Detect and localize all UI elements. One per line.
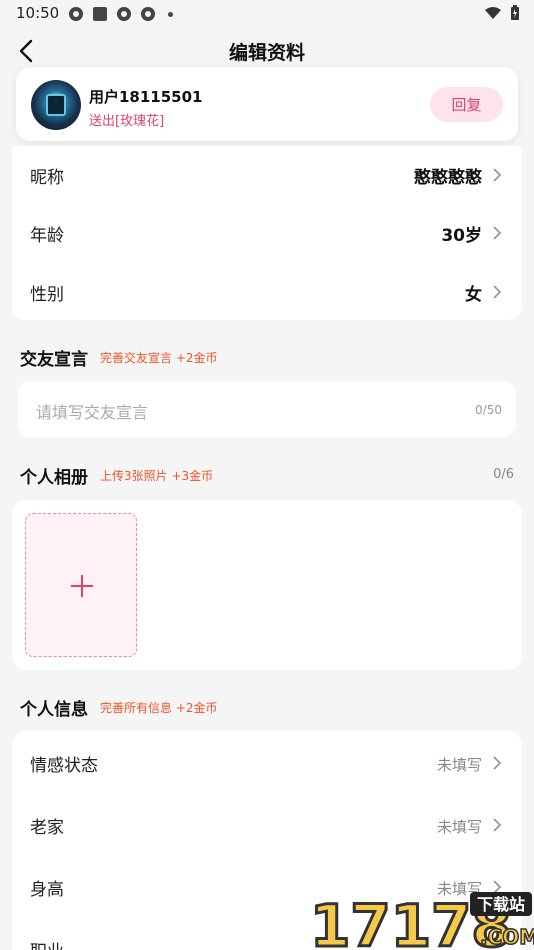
chevron-right-icon [493, 285, 502, 299]
basic-info-card: 昵称 憨憨憨憨 年龄 30岁 性别 女 [12, 146, 522, 320]
declaration-title: 交友宣言 [20, 350, 88, 370]
status-time: 10:50 [16, 4, 60, 22]
chevron-right-icon [493, 756, 502, 770]
app-notification-icon [69, 7, 83, 21]
row-value: 未填写 [436, 756, 482, 774]
declaration-placeholder: 请填写交友宣言 [36, 403, 149, 422]
plus-icon-bar [71, 585, 93, 587]
gift-user-card[interactable]: 用户18115501 送出[玫瑰花] 回复 [16, 67, 518, 141]
wifi-icon [485, 7, 501, 19]
page-title: 编辑资料 [228, 42, 305, 64]
row-value: 30岁 [441, 226, 482, 246]
app-notification-icon [141, 7, 155, 21]
row-label: 情感状态 [30, 756, 98, 776]
chevron-right-icon [493, 818, 502, 832]
album-card [12, 500, 522, 670]
declaration-char-count: 0/50 [475, 403, 502, 417]
watermark-tag: 下载站 [477, 895, 525, 914]
avatar-image-detail [46, 94, 66, 116]
app-notification-icon [117, 7, 131, 21]
row-value: 女 [465, 285, 482, 305]
more-dot-icon [168, 11, 173, 17]
personal-info-hint: 完善所有信息 +2金币 [100, 701, 218, 715]
nickname-row[interactable]: 昵称 憨憨憨憨 [12, 146, 522, 204]
row-label: 昵称 [30, 168, 64, 188]
gender-row[interactable]: 性别 女 [12, 263, 522, 321]
hometown-row[interactable]: 老家 未填写 [12, 793, 522, 855]
system-icons [484, 5, 520, 21]
row-value: 憨憨憨憨 [414, 168, 482, 188]
site-watermark-logo: 17178 下载站 .COM [310, 891, 534, 950]
status-bar: 10:50 [0, 0, 534, 28]
square-notification-icon [93, 7, 107, 21]
watermark-domain: .COM [480, 925, 534, 949]
album-title: 个人相册 [20, 468, 88, 488]
row-label: 年龄 [30, 226, 64, 246]
user-name: 用户18115501 [89, 88, 203, 106]
age-row[interactable]: 年龄 30岁 [12, 204, 522, 262]
relationship-status-row[interactable]: 情感状态 未填写 [12, 731, 522, 793]
reply-button[interactable]: 回复 [430, 87, 503, 122]
row-label: 老家 [30, 818, 64, 838]
album-count: 0/6 [493, 467, 514, 482]
row-label: 职业 [30, 937, 64, 950]
row-label: 身高 [30, 880, 64, 900]
battery-icon [511, 5, 519, 20]
gift-subtitle: 送出[玫瑰花] [89, 114, 165, 129]
notification-icons [68, 6, 173, 22]
row-label: 性别 [30, 285, 64, 305]
personal-info-title: 个人信息 [20, 700, 88, 720]
row-value: 未填写 [436, 818, 482, 836]
chevron-right-icon [493, 226, 502, 240]
avatar[interactable] [31, 80, 81, 130]
chevron-right-icon [493, 168, 502, 182]
album-hint: 上传3张照片 +3金币 [100, 469, 214, 483]
declaration-input[interactable]: 请填写交友宣言 0/50 [18, 381, 516, 437]
add-photo-button[interactable] [25, 513, 137, 657]
declaration-hint: 完善交友宣言 +2金币 [100, 351, 218, 365]
